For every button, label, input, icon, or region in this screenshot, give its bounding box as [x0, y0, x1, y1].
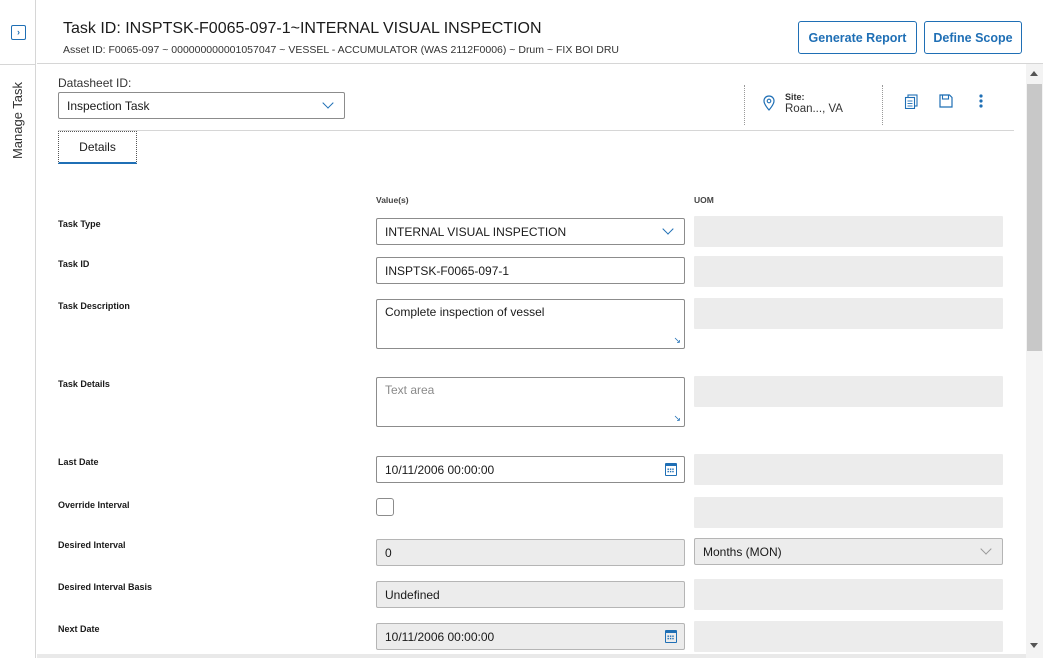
define-scope-button[interactable]: Define Scope — [924, 21, 1022, 54]
divider — [882, 85, 883, 125]
manage-task-label: Manage Task — [10, 81, 26, 159]
tab-details[interactable]: Details — [58, 131, 137, 164]
scroll-up-icon[interactable] — [1030, 71, 1038, 76]
override-interval-uom — [694, 497, 1003, 528]
desired-interval-basis-label: Desired Interval Basis — [58, 582, 153, 592]
divider — [744, 85, 745, 125]
task-description-textarea[interactable]: Complete inspection of vessel ↘ — [376, 299, 685, 349]
task-id-input[interactable]: INSPTSK-F0065-097-1 — [376, 257, 685, 284]
task-type-select[interactable]: INTERNAL VISUAL INSPECTION — [376, 218, 685, 245]
chevron-down-icon — [322, 97, 334, 109]
datasheet-selected-value: Inspection Task — [67, 99, 150, 113]
task-details-label: Task Details — [58, 379, 110, 389]
desired-interval-input[interactable]: 0 — [376, 539, 685, 566]
next-date-label: Next Date — [58, 624, 100, 634]
override-interval-checkbox[interactable] — [376, 498, 394, 516]
desired-interval-uom-value: Months (MON) — [703, 545, 782, 559]
site-label: Site: — [785, 92, 805, 102]
scrollbar-thumb[interactable] — [1027, 84, 1042, 351]
task-type-uom — [694, 216, 1003, 247]
toolbar-divider — [58, 130, 1014, 131]
next-date-value: 10/11/2006 00:00:00 — [385, 630, 495, 644]
calendar-icon[interactable] — [665, 463, 677, 476]
last-date-input[interactable]: 10/11/2006 00:00:00 — [376, 456, 685, 483]
uom-column-header: UOM — [694, 195, 714, 205]
task-id-uom — [694, 256, 1003, 287]
left-rail: › Manage Task — [0, 0, 36, 658]
values-column-header: Value(s) — [376, 195, 409, 205]
resize-handle-icon[interactable]: ↘ — [673, 336, 681, 345]
generate-report-button[interactable]: Generate Report — [798, 21, 917, 54]
rail-divider — [0, 64, 36, 65]
scroll-down-icon[interactable] — [1030, 643, 1038, 648]
last-date-value: 10/11/2006 00:00:00 — [385, 463, 495, 477]
datasheet-label: Datasheet ID: — [58, 76, 132, 90]
page-header: Task ID: INSPTSK-F0065-097-1~INTERNAL VI… — [37, 0, 1043, 64]
page-title: Task ID: INSPTSK-F0065-097-1~INTERNAL VI… — [63, 20, 542, 37]
desired-interval-label: Desired Interval — [58, 540, 126, 550]
task-id-label: Task ID — [58, 259, 90, 269]
next-date-uom — [694, 621, 1003, 652]
site-value: Roan..., VA — [785, 103, 843, 115]
desired-interval-uom-select[interactable]: Months (MON) — [694, 538, 1003, 565]
vertical-scrollbar[interactable] — [1026, 64, 1043, 658]
location-pin-icon — [763, 95, 775, 111]
resize-handle-icon[interactable]: ↘ — [673, 414, 681, 423]
desired-interval-basis-input[interactable]: Undefined — [376, 581, 685, 608]
chevron-down-icon — [662, 223, 674, 235]
task-type-value: INTERNAL VISUAL INSPECTION — [385, 225, 567, 239]
task-description-value: Complete inspection of vessel — [385, 305, 545, 319]
horizontal-scrollbar[interactable] — [37, 654, 1026, 658]
task-description-label: Task Description — [58, 301, 130, 311]
copy-datasheet-icon[interactable] — [903, 93, 919, 109]
override-interval-label: Override Interval — [58, 500, 130, 510]
task-details-uom — [694, 376, 1003, 407]
calendar-icon[interactable] — [665, 630, 677, 643]
task-description-uom — [694, 298, 1003, 329]
task-details-placeholder: Text area — [385, 383, 435, 397]
datasheet-select[interactable]: Inspection Task — [58, 92, 345, 119]
asset-subtitle: Asset ID: F0065-097 ~ 000000000001057047… — [63, 44, 619, 56]
desired-interval-basis-uom — [694, 579, 1003, 610]
task-type-label: Task Type — [58, 219, 101, 229]
last-date-uom — [694, 454, 1003, 485]
panel-expand-icon[interactable]: › — [11, 25, 26, 40]
next-date-input[interactable]: 10/11/2006 00:00:00 — [376, 623, 685, 650]
manage-task-tab[interactable]: Manage Task — [0, 80, 36, 160]
more-options-icon[interactable] — [973, 93, 989, 109]
tab-details-label: Details — [79, 140, 116, 154]
last-date-label: Last Date — [58, 457, 99, 467]
save-icon[interactable] — [938, 93, 954, 109]
task-details-textarea[interactable]: Text area ↘ — [376, 377, 685, 427]
chevron-down-icon — [980, 543, 992, 555]
